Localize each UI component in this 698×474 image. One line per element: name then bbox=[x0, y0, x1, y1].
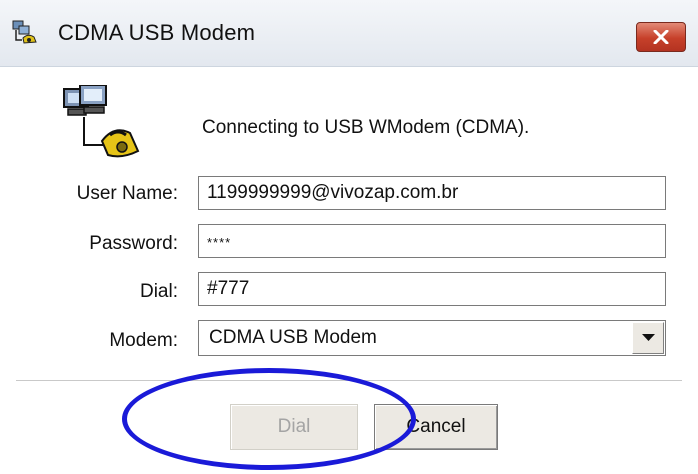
password-label: Password: bbox=[89, 233, 178, 254]
title-bar: CDMA USB Modem bbox=[0, 0, 698, 67]
computer-phone-connection-icon bbox=[63, 85, 140, 158]
connection-status-text: Connecting to USB WModem (CDMA). bbox=[202, 117, 530, 138]
modem-dropdown-button[interactable] bbox=[632, 322, 664, 354]
modem-select-value: CDMA USB Modem bbox=[209, 327, 377, 348]
close-x-icon bbox=[653, 30, 669, 44]
separator bbox=[16, 380, 682, 382]
dial-button[interactable]: Dial bbox=[230, 404, 358, 450]
modem-select[interactable]: CDMA USB Modem bbox=[198, 320, 666, 356]
password-field[interactable] bbox=[198, 224, 666, 258]
dial-label: Dial: bbox=[139, 281, 178, 302]
chevron-down-icon bbox=[642, 334, 655, 341]
window-title: CDMA USB Modem bbox=[58, 20, 256, 45]
username-label: User Name: bbox=[76, 183, 178, 204]
network-phone-icon bbox=[12, 20, 37, 44]
modem-dialog: CDMA USB Modem Connecting to USB WModem … bbox=[0, 0, 698, 474]
close-button[interactable] bbox=[636, 22, 686, 52]
dial-number-field[interactable] bbox=[198, 272, 666, 306]
modem-label: Modem: bbox=[109, 330, 178, 351]
username-field[interactable] bbox=[198, 176, 666, 210]
cancel-button[interactable]: Cancel bbox=[374, 404, 498, 450]
